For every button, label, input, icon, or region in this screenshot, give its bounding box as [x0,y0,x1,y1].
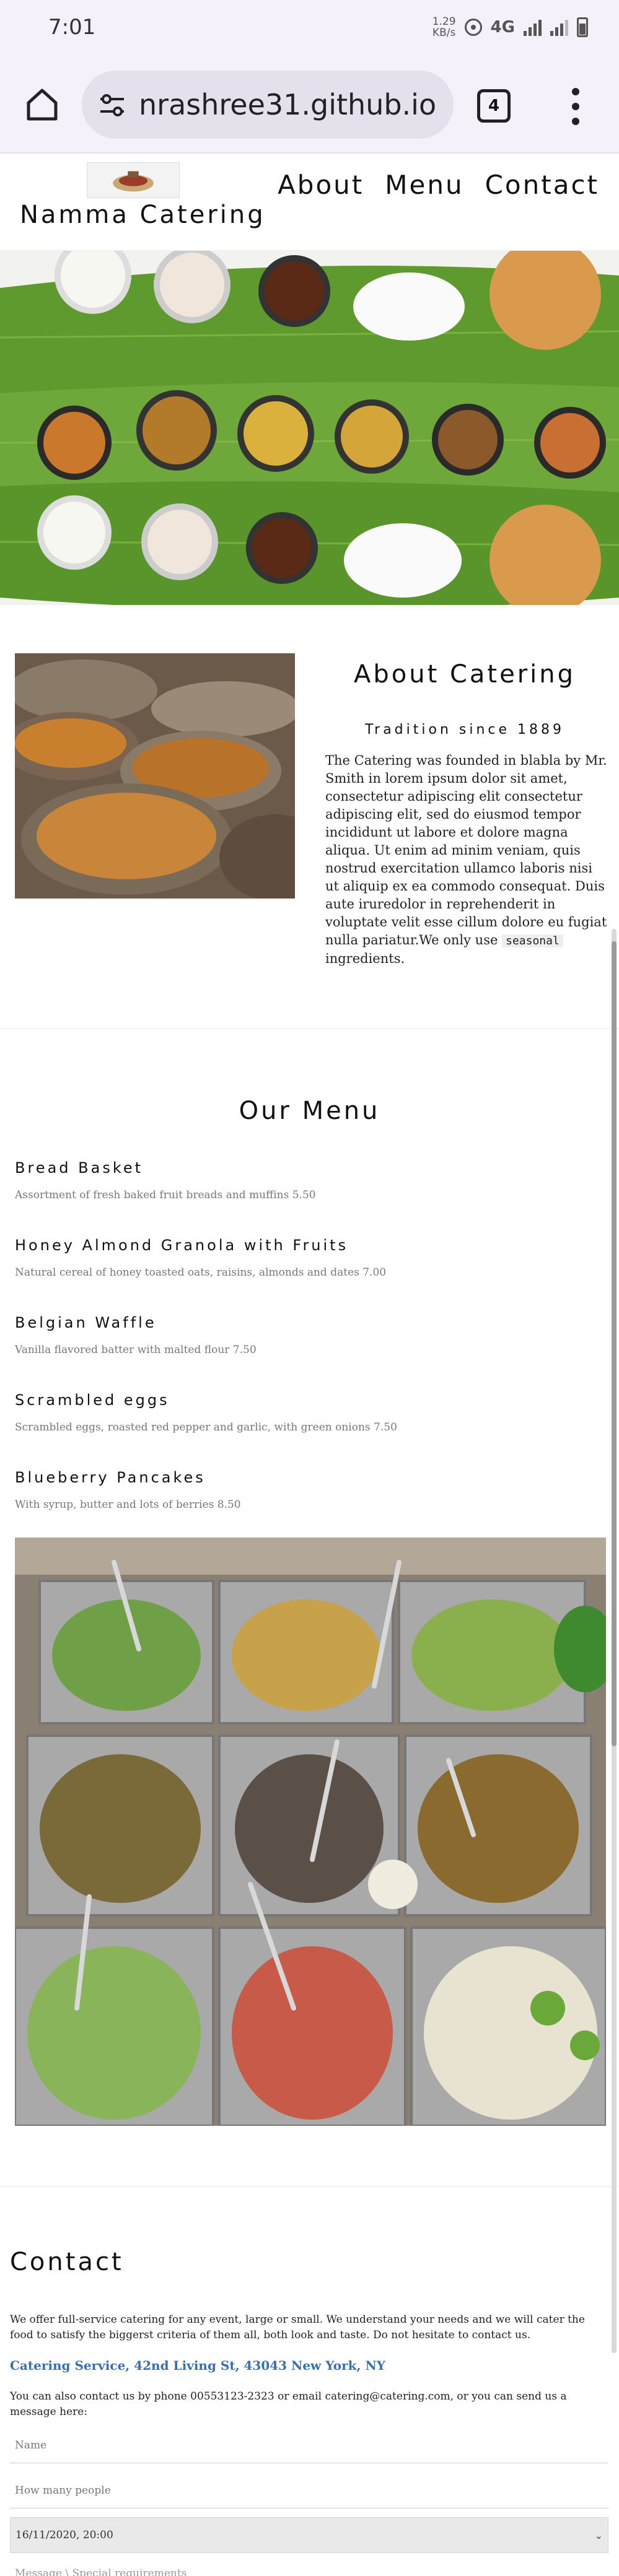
section-divider [0,1028,619,1029]
about-subtitle: Tradition since 1889 [364,722,565,738]
home-icon[interactable] [24,85,61,123]
menu-item-name: Blueberry Pancakes [15,1469,206,1486]
seasonal-tag: seasonal [502,934,563,947]
buffet-image [15,1538,606,2126]
about-body-end: ingredients. [325,951,405,966]
scrollbar-thumb[interactable] [612,941,617,1746]
hotspot-icon [464,19,482,36]
menu-item-name: Bread Basket [15,1159,144,1177]
network-speed-value: 1.29 [432,15,456,28]
menu-item-name: Belgian Waffle [15,1314,157,1331]
tabs-icon[interactable]: 4 [477,89,511,123]
more-vert-icon[interactable] [569,88,582,125]
network-speed-unit: KB/s [432,27,456,39]
status-time: 7:01 [48,15,96,40]
about-title: About Catering [353,660,576,689]
contact-address: Catering Service, 42nd Living St, 43043 … [10,2358,385,2373]
about-image [15,653,295,899]
nav-about[interactable]: About [278,170,364,200]
about-body: The Catering was founded in blabla by Mr… [325,753,607,947]
nav-links: About Menu Contact [278,170,599,200]
people-field[interactable] [10,2473,608,2509]
name-field[interactable] [10,2427,608,2463]
datetime-field[interactable]: 16/11/2020, 20:00 ⌄ [10,2517,608,2553]
network-speed: 1.29 KB/s [432,16,456,38]
site-logo[interactable] [87,162,180,198]
status-bar: 7:01 1.29 KB/s 4G [0,0,619,57]
menu-item-desc: Scrambled eggs, roasted red pepper and g… [15,1421,397,1434]
brand-name[interactable]: Namma Catering [20,201,266,229]
battery-icon [577,17,588,37]
hero-image [0,251,619,605]
section-divider [0,2186,619,2187]
menu-title: Our Menu [239,1097,380,1125]
menu-item-desc: Assortment of fresh baked fruit breads a… [15,1189,316,1201]
datetime-value: 16/11/2020, 20:00 [15,2529,113,2541]
menu-item-desc: With syrup, butter and lots of berries 8… [15,1499,241,1511]
status-icons: 1.29 KB/s 4G [432,14,588,41]
browser-toolbar: nrashree31.github.io 4 [0,57,619,154]
menu-item-name: Scrambled eggs [15,1391,170,1409]
menu-item-name: Honey Almond Granola with Fruits [15,1237,349,1254]
signal-icon-2 [550,19,568,36]
menu-item-desc: Natural cereal of honey toasted oats, ra… [15,1266,387,1279]
network-type: 4G [490,18,515,37]
menu-item-desc: Vanilla flavored batter with malted flou… [15,1344,257,1356]
site-navbar: Namma Catering About Menu Contact [0,155,619,251]
about-text: The Catering was founded in blabla by Mr… [325,752,607,968]
contact-title: Contact [10,2248,124,2276]
url-text[interactable]: nrashree31.github.io [139,88,449,121]
contact-intro: We offer full-service catering for any e… [10,2313,585,2341]
address-bar[interactable]: nrashree31.github.io [82,71,454,139]
message-field[interactable]: Message \ Special requirements [15,2567,187,2576]
contact-phone-text: You can also contact us by phone 0055312… [10,2390,567,2418]
site-settings-icon[interactable] [98,93,126,118]
nav-contact[interactable]: Contact [485,170,599,200]
signal-icon [524,19,542,36]
nav-menu[interactable]: Menu [385,170,463,200]
chevron-down-icon: ⌄ [594,2529,603,2541]
